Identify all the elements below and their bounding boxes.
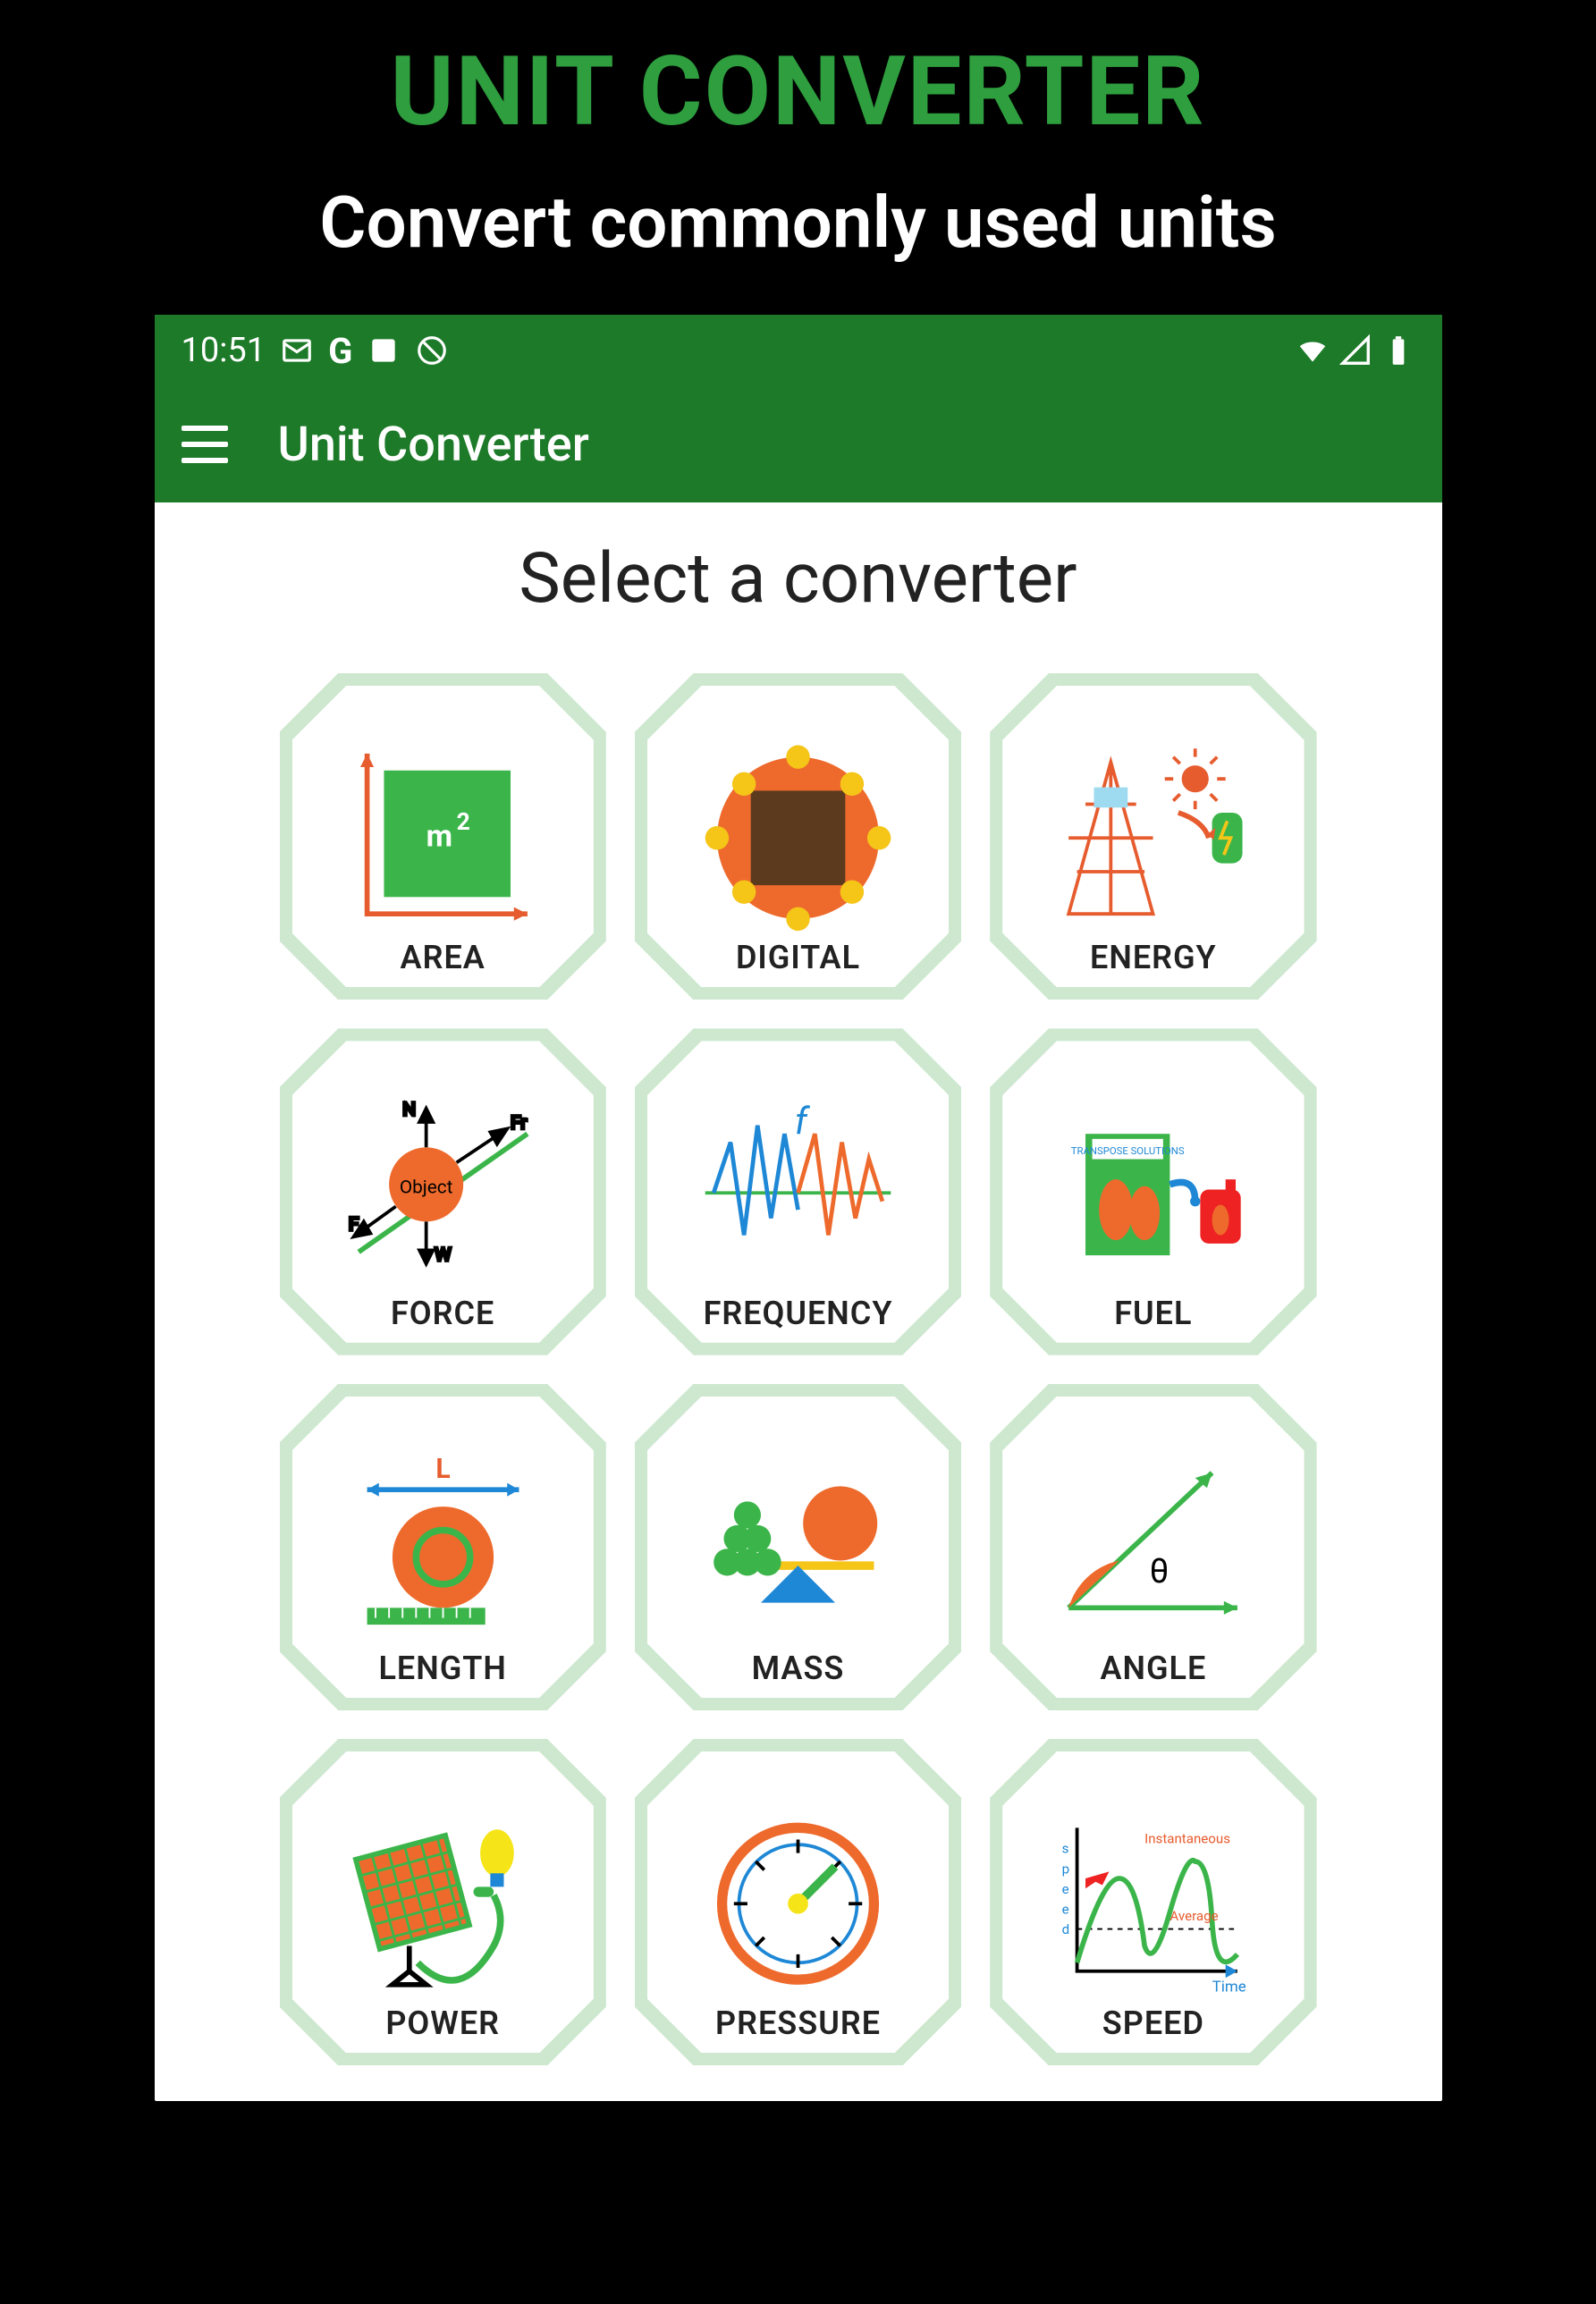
tile-digital[interactable]: DIGITAL <box>635 673 961 1000</box>
battery-icon <box>1381 333 1415 367</box>
tile-label: FUEL <box>1114 1295 1192 1355</box>
signal-icon <box>1338 333 1372 367</box>
speed-icon: Time speed Instantaneous Average <box>1035 1802 1271 2005</box>
pressure-icon <box>680 1802 916 2005</box>
svg-text:TRANSPOSE SOLUTIONS: TRANSPOSE SOLUTIONS <box>1071 1144 1185 1157</box>
tile-label: MASS <box>752 1650 845 1710</box>
svg-text:Object: Object <box>400 1177 453 1198</box>
svg-text:f: f <box>795 1100 811 1144</box>
tile-label: FREQUENCY <box>704 1295 893 1355</box>
svg-text:L: L <box>435 1454 450 1485</box>
page-title: Select a converter <box>155 502 1442 673</box>
status-time: 10:51 <box>182 331 266 370</box>
tile-label: ENERGY <box>1090 939 1217 1000</box>
svg-text:m: m <box>426 819 452 855</box>
svg-text:F: F <box>348 1214 358 1236</box>
screenshot-icon <box>367 333 401 367</box>
area-icon: m 2 <box>325 737 561 940</box>
tile-force[interactable]: Object N W Fr F FORCE <box>280 1028 606 1355</box>
svg-text:Fr: Fr <box>511 1113 527 1135</box>
svg-text:e: e <box>1062 1901 1069 1917</box>
tile-length[interactable]: L LENGTH <box>280 1384 606 1710</box>
tile-frequency[interactable]: f FREQUENCY <box>635 1028 961 1355</box>
energy-icon <box>1035 737 1271 940</box>
force-icon: Object N W Fr F <box>325 1092 561 1295</box>
tile-label: DIGITAL <box>736 939 860 1000</box>
svg-text:2: 2 <box>456 808 469 836</box>
menu-icon[interactable] <box>182 418 235 471</box>
power-icon <box>325 1802 561 2005</box>
tile-angle[interactable]: θ ANGLE <box>990 1384 1316 1710</box>
svg-text:Instantaneous: Instantaneous <box>1144 1830 1230 1846</box>
tile-label: ANGLE <box>1100 1650 1206 1710</box>
length-icon: L <box>325 1447 561 1650</box>
svg-text:Time: Time <box>1212 1978 1246 1996</box>
app-title: Unit Converter <box>278 417 589 473</box>
svg-text:d: d <box>1062 1921 1070 1937</box>
wifi-icon <box>1296 333 1330 367</box>
mail-icon <box>280 333 314 367</box>
tile-power[interactable]: POWER <box>280 1739 606 2065</box>
g-icon: G <box>328 330 352 372</box>
frequency-icon: f <box>680 1092 916 1295</box>
angle-icon: θ <box>1035 1447 1271 1650</box>
status-bar: 10:51 G <box>155 315 1442 386</box>
tile-label: FORCE <box>391 1295 494 1355</box>
tile-label: SPEED <box>1102 2004 1204 2065</box>
digital-icon <box>680 737 916 940</box>
svg-text:s: s <box>1062 1841 1069 1857</box>
svg-text:W: W <box>435 1245 451 1266</box>
tile-label: PRESSURE <box>715 2004 881 2065</box>
promo-title: UNIT CONVERTER <box>0 0 1596 148</box>
svg-text:N: N <box>402 1100 416 1121</box>
tile-area[interactable]: m 2 AREA <box>280 673 606 1000</box>
tile-label: AREA <box>401 939 486 1000</box>
tile-label: POWER <box>385 2004 500 2065</box>
promo-subtitle: Convert commonly used units <box>0 148 1596 315</box>
tile-energy[interactable]: ENERGY <box>990 673 1316 1000</box>
svg-text:Average: Average <box>1170 1908 1219 1924</box>
svg-text:e: e <box>1062 1881 1069 1897</box>
svg-text:p: p <box>1062 1861 1069 1877</box>
tile-label: LENGTH <box>378 1650 506 1710</box>
converter-grid: m 2 AREA DI <box>155 673 1442 2101</box>
app-bar: Unit Converter <box>155 386 1442 502</box>
phone-frame: 10:51 G Unit <box>155 315 1442 2101</box>
tile-speed[interactable]: Time speed Instantaneous Average SPEED <box>990 1739 1316 2065</box>
mass-icon <box>680 1447 916 1650</box>
tile-pressure[interactable]: PRESSURE <box>635 1739 961 2065</box>
target-icon <box>415 333 449 367</box>
svg-text:θ: θ <box>1150 1552 1170 1591</box>
tile-mass[interactable]: MASS <box>635 1384 961 1710</box>
fuel-icon: TRANSPOSE SOLUTIONS <box>1035 1092 1271 1295</box>
tile-fuel[interactable]: TRANSPOSE SOLUTIONS FUEL <box>990 1028 1316 1355</box>
